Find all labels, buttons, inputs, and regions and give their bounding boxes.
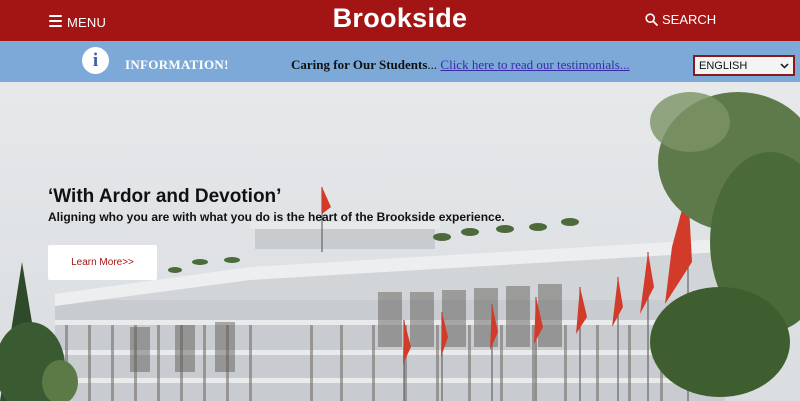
information-label: INFORMATION! xyxy=(125,57,229,72)
search-button[interactable]: SEARCH xyxy=(645,12,716,27)
language-select[interactable]: ENGLISH xyxy=(693,55,795,76)
info-icon: i xyxy=(82,47,109,74)
hero-background-image xyxy=(0,82,800,401)
information-bar: i INFORMATION! Caring for Our Students..… xyxy=(0,41,800,82)
learn-more-button[interactable]: Learn More>> xyxy=(48,245,157,280)
chevron-down-icon xyxy=(780,62,789,69)
hero-subtitle: Aligning who you are with what you do is… xyxy=(48,210,505,224)
ticker-ellipsis: ... xyxy=(427,57,438,72)
top-navigation-bar: MENU Brookside SEARCH xyxy=(0,0,800,41)
search-label: SEARCH xyxy=(662,12,717,27)
ticker-headline: Caring for Our Students xyxy=(291,57,428,72)
language-selected: ENGLISH xyxy=(699,59,748,72)
hero-title: ‘With Ardor and Devotion’ xyxy=(48,186,282,207)
hero-banner: ‘With Ardor and Devotion’ Aligning who y… xyxy=(0,82,800,401)
testimonials-link[interactable]: Click here to read our testimonials... xyxy=(440,57,629,72)
search-icon xyxy=(645,13,658,26)
info-icon-letter: i xyxy=(92,50,99,71)
news-ticker: Caring for Our Students... Click here to… xyxy=(291,57,630,73)
